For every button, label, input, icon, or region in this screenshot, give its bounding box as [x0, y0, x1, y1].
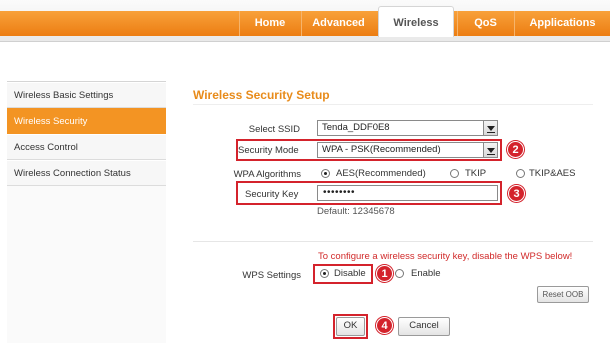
section-divider [193, 241, 593, 242]
tab-home[interactable]: Home [239, 11, 300, 36]
title-divider [193, 104, 593, 105]
tkip-radio-label: TKIP [465, 168, 487, 179]
wps-warning-text: To configure a wireless security key, di… [318, 251, 573, 262]
tab-applications[interactable]: Applications [514, 11, 610, 36]
security-mode-select[interactable]: WPA - PSK(Recommended) [317, 142, 498, 158]
sidebar-item-wireless-connection-status[interactable]: Wireless Connection Status [7, 160, 166, 186]
sidebar-item-wireless-security[interactable]: Wireless Security [7, 108, 166, 134]
tab-advanced[interactable]: Advanced [301, 11, 375, 36]
wps-enable-radio[interactable] [395, 269, 404, 278]
security-key-input[interactable]: •••••••• [317, 185, 498, 201]
tkip-radio[interactable] [450, 169, 459, 178]
aes-radio[interactable] [321, 169, 330, 178]
tab-wireless[interactable]: Wireless [378, 6, 454, 37]
ssid-select[interactable]: Tenda_DDF0E8 [317, 120, 498, 136]
page-title: Wireless Security Setup [193, 88, 330, 102]
tkip-aes-radio-label: TKIP&AES [529, 168, 576, 179]
step-1-badge: 1 [376, 265, 393, 282]
wps-settings-label: WPS Settings [242, 270, 301, 281]
tab-qos[interactable]: QoS [457, 11, 513, 36]
ok-button[interactable]: OK [336, 317, 365, 336]
sidebar: Wireless Basic Settings Wireless Securit… [7, 82, 166, 186]
reset-oob-button[interactable]: Reset OOB [537, 286, 589, 303]
wps-disable-label: Disable [334, 268, 366, 279]
wpa-algorithms-label: WPA Algorithms [233, 169, 301, 180]
tkip-aes-radio[interactable] [516, 169, 525, 178]
security-mode-select-value: WPA - PSK(Recommended) [322, 144, 441, 155]
aes-radio-label: AES(Recommended) [336, 168, 426, 179]
security-key-label: Security Key [245, 189, 299, 200]
sidebar-item-access-control[interactable]: Access Control [7, 134, 166, 160]
dropdown-arrow-icon [483, 121, 497, 135]
step-2-badge: 2 [507, 141, 524, 158]
cancel-button[interactable]: Cancel [398, 317, 450, 336]
dropdown-arrow-icon [483, 143, 497, 157]
select-ssid-label: Select SSID [248, 124, 300, 135]
wps-enable-label: Enable [411, 268, 441, 279]
security-mode-label: Security Mode [238, 145, 299, 156]
step-4-badge: 4 [376, 317, 393, 334]
security-key-default: Default: 12345678 [317, 206, 395, 217]
wps-disable-radio[interactable] [320, 269, 329, 278]
ssid-select-value: Tenda_DDF0E8 [322, 122, 390, 133]
step-3-badge: 3 [508, 185, 525, 202]
sidebar-item-wireless-basic-settings[interactable]: Wireless Basic Settings [7, 82, 166, 108]
